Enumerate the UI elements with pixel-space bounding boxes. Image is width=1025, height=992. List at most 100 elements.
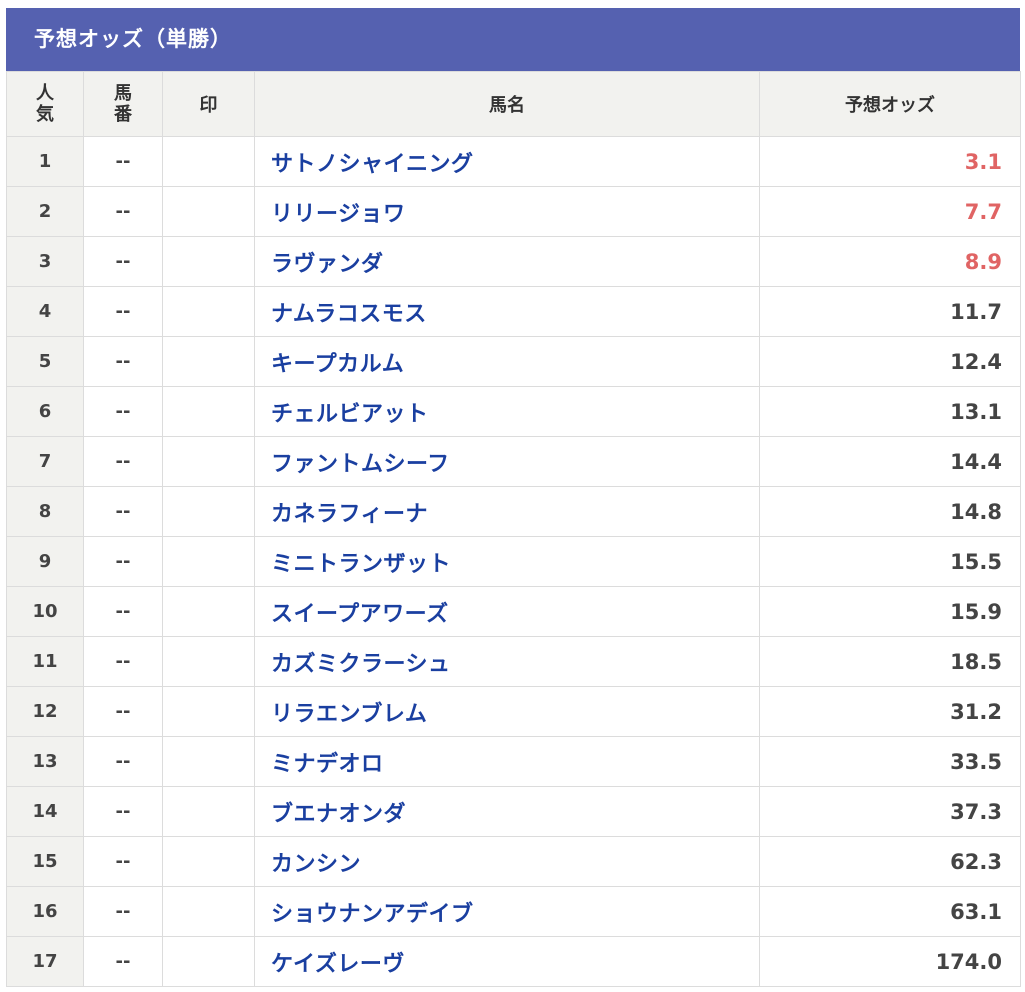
rank-cell: 9 xyxy=(6,536,84,587)
table-body: 1 -- サトノシャイニング 3.1 2 -- リリージョワ 7.7 3 -- ラヴァンダ 8.9 4-… xyxy=(6,136,1021,987)
odds-table: 人 気 馬 番 印 馬名 予想オッズ 1 -- サトノシャイニング 3.1 2 -- リリー… xyxy=(6,71,1021,987)
horse-name-link[interactable]: キープカルム xyxy=(254,336,760,387)
mark-cell[interactable] xyxy=(162,536,255,587)
rank-cell: 4 xyxy=(6,286,84,337)
rank-cell: 8 xyxy=(6,486,84,537)
mark-cell[interactable] xyxy=(162,436,255,487)
mark-cell[interactable] xyxy=(162,186,255,237)
horse-number-cell: -- xyxy=(83,186,163,237)
horse-number-cell: -- xyxy=(83,636,163,687)
horse-name-link[interactable]: スイープアワーズ xyxy=(254,586,760,637)
table-row: 3 -- ラヴァンダ 8.9 xyxy=(6,236,1021,287)
horse-name-link[interactable]: ファントムシーフ xyxy=(254,436,760,487)
horse-number-cell: -- xyxy=(83,836,163,887)
rank-cell: 6 xyxy=(6,386,84,437)
mark-cell[interactable] xyxy=(162,636,255,687)
odds-cell: 7.7 xyxy=(759,186,1021,237)
mark-cell[interactable] xyxy=(162,686,255,737)
rank-cell: 12 xyxy=(6,686,84,737)
rank-cell: 10 xyxy=(6,586,84,637)
rank-cell: 5 xyxy=(6,336,84,387)
mark-cell[interactable] xyxy=(162,486,255,537)
odds-cell: 13.1 xyxy=(759,386,1021,437)
rank-cell: 16 xyxy=(6,886,84,937)
mark-cell[interactable] xyxy=(162,836,255,887)
table-header-row: 人 気 馬 番 印 馬名 予想オッズ xyxy=(6,71,1021,137)
horse-name-link[interactable]: カズミクラーシュ xyxy=(254,636,760,687)
horse-name-link[interactable]: ケイズレーヴ xyxy=(254,936,760,987)
horse-name-link[interactable]: ミナデオロ xyxy=(254,736,760,787)
horse-name-link[interactable]: サトノシャイニング xyxy=(254,136,760,187)
rank-cell: 3 xyxy=(6,236,84,287)
header-rank-line2: 気 xyxy=(36,104,54,125)
odds-cell: 14.8 xyxy=(759,486,1021,537)
horse-name-link[interactable]: リリージョワ xyxy=(254,186,760,237)
mark-cell[interactable] xyxy=(162,586,255,637)
horse-name-link[interactable]: リラエンブレム xyxy=(254,686,760,737)
table-row: 2 -- リリージョワ 7.7 xyxy=(6,186,1021,237)
table-row: 15 -- カンシン 62.3 xyxy=(6,836,1021,887)
table-row: 10 -- スイープアワーズ 15.9 xyxy=(6,586,1021,637)
header-number-line1: 馬 xyxy=(114,83,132,104)
table-row: 5 -- キープカルム 12.4 xyxy=(6,336,1021,387)
mark-cell[interactable] xyxy=(162,386,255,437)
mark-cell[interactable] xyxy=(162,236,255,287)
table-row: 6 -- チェルビアット 13.1 xyxy=(6,386,1021,437)
mark-cell[interactable] xyxy=(162,136,255,187)
table-row: 11 -- カズミクラーシュ 18.5 xyxy=(6,636,1021,687)
odds-cell: 18.5 xyxy=(759,636,1021,687)
header-rank: 人 気 xyxy=(6,71,84,137)
odds-cell: 15.9 xyxy=(759,586,1021,637)
table-row: 17 -- ケイズレーヴ 174.0 xyxy=(6,936,1021,987)
odds-cell: 33.5 xyxy=(759,736,1021,787)
odds-cell: 12.4 xyxy=(759,336,1021,387)
mark-cell[interactable] xyxy=(162,786,255,837)
horse-name-link[interactable]: ラヴァンダ xyxy=(254,236,760,287)
rank-cell: 15 xyxy=(6,836,84,887)
horse-name-link[interactable]: ナムラコスモス xyxy=(254,286,760,337)
odds-cell: 31.2 xyxy=(759,686,1021,737)
horse-name-link[interactable]: チェルビアット xyxy=(254,386,760,437)
rank-cell: 11 xyxy=(6,636,84,687)
odds-cell: 8.9 xyxy=(759,236,1021,287)
mark-cell[interactable] xyxy=(162,286,255,337)
horse-number-cell: -- xyxy=(83,436,163,487)
odds-cell: 62.3 xyxy=(759,836,1021,887)
mark-cell[interactable] xyxy=(162,736,255,787)
horse-name-link[interactable]: ショウナンアデイブ xyxy=(254,886,760,937)
horse-number-cell: -- xyxy=(83,236,163,287)
table-row: 8 -- カネラフィーナ 14.8 xyxy=(6,486,1021,537)
mark-cell[interactable] xyxy=(162,336,255,387)
rank-cell: 2 xyxy=(6,186,84,237)
header-horse-name: 馬名 xyxy=(254,71,760,137)
mark-cell[interactable] xyxy=(162,886,255,937)
mark-cell[interactable] xyxy=(162,936,255,987)
horse-name-link[interactable]: カンシン xyxy=(254,836,760,887)
rank-cell: 14 xyxy=(6,786,84,837)
odds-cell: 37.3 xyxy=(759,786,1021,837)
horse-name-link[interactable]: ブエナオンダ xyxy=(254,786,760,837)
header-rank-line1: 人 xyxy=(36,83,54,104)
rank-cell: 17 xyxy=(6,936,84,987)
horse-number-cell: -- xyxy=(83,286,163,337)
panel-title: 予想オッズ（単勝） xyxy=(6,8,1020,71)
rank-cell: 13 xyxy=(6,736,84,787)
horse-number-cell: -- xyxy=(83,886,163,937)
horse-number-cell: -- xyxy=(83,136,163,187)
horse-number-cell: -- xyxy=(83,786,163,837)
horse-name-link[interactable]: カネラフィーナ xyxy=(254,486,760,537)
table-row: 9 -- ミニトランザット 15.5 xyxy=(6,536,1021,587)
odds-cell: 174.0 xyxy=(759,936,1021,987)
odds-cell: 3.1 xyxy=(759,136,1021,187)
odds-cell: 15.5 xyxy=(759,536,1021,587)
horse-number-cell: -- xyxy=(83,936,163,987)
header-mark: 印 xyxy=(162,71,255,137)
odds-cell: 11.7 xyxy=(759,286,1021,337)
table-row: 1 -- サトノシャイニング 3.1 xyxy=(6,136,1021,187)
rank-cell: 1 xyxy=(6,136,84,187)
table-row: 12 -- リラエンブレム 31.2 xyxy=(6,686,1021,737)
horse-number-cell: -- xyxy=(83,386,163,437)
horse-name-link[interactable]: ミニトランザット xyxy=(254,536,760,587)
header-odds: 予想オッズ xyxy=(759,71,1021,137)
rank-cell: 7 xyxy=(6,436,84,487)
